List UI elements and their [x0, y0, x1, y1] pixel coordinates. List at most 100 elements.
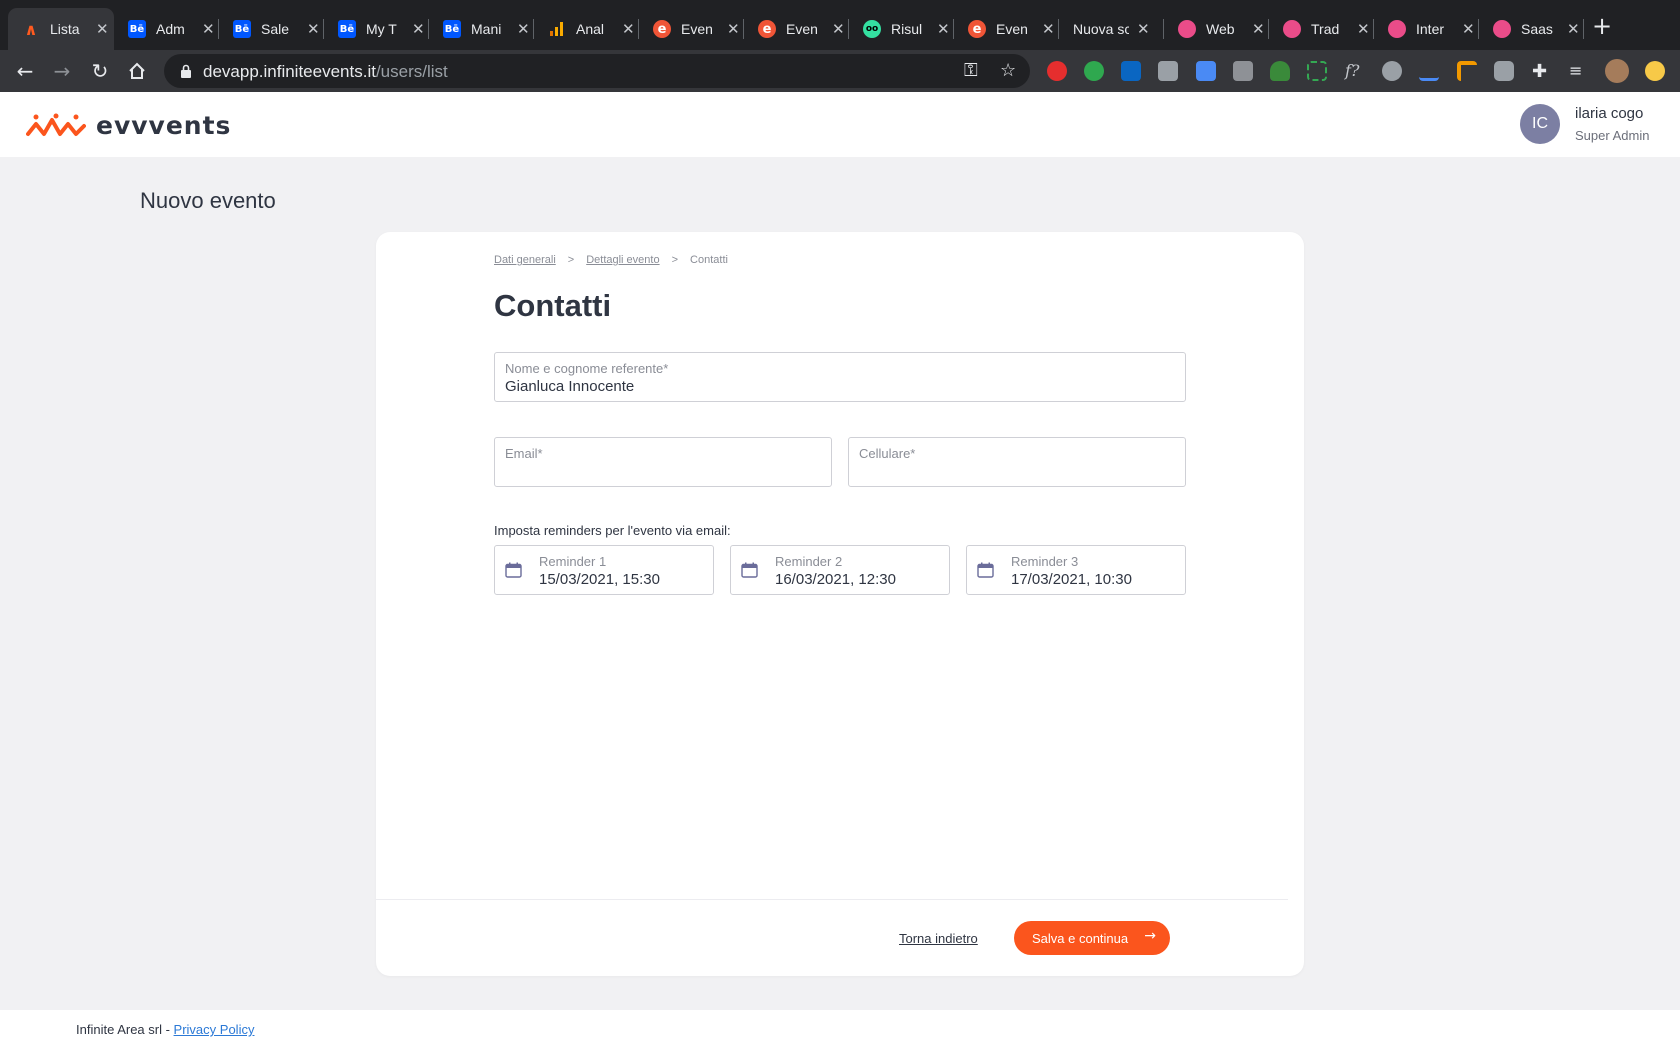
breadcrumb-dati-generali[interactable]: Dati generali — [494, 254, 556, 266]
reminder-3-value[interactable]: 17/03/2021, 10:30 — [1011, 571, 1132, 588]
home-icon[interactable] — [124, 58, 150, 84]
profile-avatar-icon[interactable] — [1605, 59, 1629, 83]
analytics-icon — [548, 20, 566, 38]
calendar-icon — [741, 562, 758, 578]
browser-tab-6[interactable]: e Even ✕ — [639, 8, 744, 50]
puzzle-icon[interactable]: ✚ — [1532, 61, 1552, 82]
reload-icon[interactable]: ↻ — [87, 58, 113, 84]
privacy-policy-link[interactable]: Privacy Policy — [174, 1022, 255, 1037]
browser-tab-0[interactable]: ∧ Lista ✕ — [8, 8, 114, 50]
calendar-icon — [977, 562, 994, 578]
back-link[interactable]: Torna indietro — [899, 931, 978, 946]
window-extension-icon[interactable] — [1196, 61, 1216, 81]
browser-tab-5[interactable]: Anal ✕ — [534, 8, 639, 50]
tab-title: Inter — [1416, 21, 1445, 37]
dribbble-icon — [1283, 20, 1301, 38]
app-header: evvvents IC ilaria cogo Super Admin — [0, 92, 1680, 157]
browser-tab-12[interactable]: Trad ✕ — [1269, 8, 1374, 50]
tab-title: Sale — [261, 21, 290, 37]
close-icon[interactable]: ✕ — [727, 20, 740, 38]
browser-tab-9[interactable]: e Even ✕ — [954, 8, 1059, 50]
check-extension-icon[interactable] — [1084, 61, 1104, 81]
reminder-1-label: Reminder 1 — [539, 554, 607, 569]
save-continue-button[interactable]: Salva e continua → — [1014, 921, 1170, 955]
browser-toolbar: ← → ↻ devapp.infiniteevents.it/users/lis… — [0, 50, 1680, 92]
browser-tab-10[interactable]: Nuova sc ✕ — [1059, 8, 1164, 50]
browser-tab-14[interactable]: Saas ✕ — [1479, 8, 1584, 50]
tab-title: Adm — [156, 21, 185, 37]
back-arrow-icon[interactable]: ← — [12, 58, 38, 84]
browser-tab-7[interactable]: e Even ✕ — [744, 8, 849, 50]
font-extension-icon[interactable]: f? — [1345, 61, 1365, 81]
browser-tab-8[interactable]: oo Risul ✕ — [849, 8, 954, 50]
tab-title: Risul — [891, 21, 923, 37]
referent-name-field[interactable]: Nome e cognome referente* Gianluca Innoc… — [494, 352, 1186, 402]
user-avatar[interactable]: IC — [1520, 104, 1560, 144]
close-icon[interactable]: ✕ — [1357, 20, 1370, 38]
tab-title: Even — [681, 21, 713, 37]
url-text: devapp.infiniteevents.it/users/list — [203, 62, 448, 82]
calendar-icon — [505, 562, 522, 578]
browser-tab-11[interactable]: Web ✕ — [1164, 8, 1269, 50]
close-icon[interactable]: ✕ — [202, 20, 215, 38]
star-icon[interactable]: ☆ — [1000, 60, 1016, 81]
address-bar[interactable]: devapp.infiniteevents.it/users/list ⚿ ☆ — [164, 54, 1030, 88]
update-icon[interactable] — [1645, 61, 1665, 81]
close-icon[interactable]: ✕ — [1462, 20, 1475, 38]
section-heading: Contatti — [494, 288, 612, 323]
lock-icon — [181, 64, 191, 78]
browser-tab-strip: ∧ Lista ✕ Bē Adm ✕ Bē Sale ✕ Bē My T ✕ B… — [0, 0, 1680, 50]
tab-title: Lista — [50, 21, 80, 37]
save-continue-label: Salva e continua — [1032, 930, 1129, 946]
close-icon[interactable]: ✕ — [96, 20, 109, 38]
eventbrite-icon: e — [968, 20, 986, 38]
evvvents-logo-icon — [26, 113, 86, 136]
close-icon[interactable]: ✕ — [937, 20, 950, 38]
close-icon[interactable]: ✕ — [1137, 20, 1150, 38]
reminder-2-value[interactable]: 16/03/2021, 12:30 — [775, 571, 896, 588]
linkedin-extension-icon[interactable] — [1121, 61, 1141, 81]
breadcrumb-dettagli-evento[interactable]: Dettagli evento — [586, 254, 659, 266]
paint-roller-extension-icon[interactable] — [1158, 61, 1178, 81]
new-tab-icon[interactable]: + — [1592, 12, 1612, 40]
browser-tab-1[interactable]: Bē Adm ✕ — [114, 8, 219, 50]
screenshot-extension-icon[interactable] — [1307, 61, 1327, 81]
gear-extension-icon[interactable] — [1382, 61, 1402, 81]
key-icon[interactable]: ⚿ — [964, 60, 978, 81]
stop-hand-extension-icon[interactable] — [1047, 61, 1067, 81]
close-icon[interactable]: ✕ — [1567, 20, 1580, 38]
close-icon[interactable]: ✕ — [622, 20, 635, 38]
tab-separator — [1583, 19, 1584, 39]
tab-title: Even — [786, 21, 818, 37]
browser-tab-4[interactable]: Bē Mani ✕ — [429, 8, 534, 50]
evvvents-icon: ∧ — [22, 20, 40, 39]
browser-tab-3[interactable]: Bē My T ✕ — [324, 8, 429, 50]
reminder-2-label: Reminder 2 — [775, 554, 843, 569]
user-name[interactable]: ilaria cogo — [1575, 105, 1643, 122]
eventbrite-icon: e — [758, 20, 776, 38]
reminder-3-field[interactable]: Reminder 3 17/03/2021, 10:30 — [966, 545, 1186, 595]
evvvents-logo[interactable]: evvvents — [26, 111, 231, 140]
close-icon[interactable]: ✕ — [307, 20, 320, 38]
referent-name-value[interactable]: Gianluca Innocente — [505, 378, 634, 395]
browser-tab-2[interactable]: Bē Sale ✕ — [219, 8, 324, 50]
logo-text: evvvents — [96, 111, 232, 140]
phone-field[interactable]: Cellulare* — [848, 437, 1186, 487]
reminder-1-value[interactable]: 15/03/2021, 15:30 — [539, 571, 660, 588]
close-icon[interactable]: ✕ — [1042, 20, 1055, 38]
close-icon[interactable]: ✕ — [517, 20, 530, 38]
forward-arrow-icon[interactable]: → — [49, 58, 75, 84]
email-field[interactable]: Email* — [494, 437, 832, 487]
camera-extension-icon[interactable] — [1494, 61, 1514, 81]
reminder-2-field[interactable]: Reminder 2 16/03/2021, 12:30 — [730, 545, 950, 595]
pen-extension-icon[interactable] — [1419, 61, 1439, 81]
media-queue-icon[interactable]: ≡ — [1569, 61, 1589, 81]
ruler-extension-icon[interactable] — [1457, 61, 1477, 81]
reminder-1-field[interactable]: Reminder 1 15/03/2021, 15:30 — [494, 545, 714, 595]
browser-tab-13[interactable]: Inter ✕ — [1374, 8, 1479, 50]
code-extension-icon[interactable] — [1233, 61, 1253, 81]
close-icon[interactable]: ✕ — [1252, 20, 1265, 38]
close-icon[interactable]: ✕ — [832, 20, 845, 38]
dinosaur-extension-icon[interactable] — [1270, 61, 1290, 81]
close-icon[interactable]: ✕ — [412, 20, 425, 38]
